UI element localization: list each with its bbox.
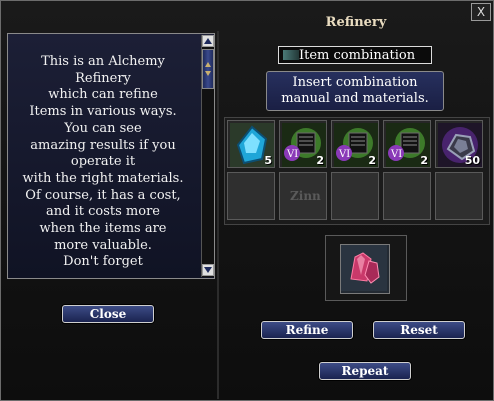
material-slot[interactable]: VI 2	[279, 120, 327, 168]
description-line: when the items are	[39, 221, 167, 237]
description-line: operate it	[70, 154, 136, 170]
description-line: and it costs more	[46, 204, 160, 220]
description-panel: This is an Alchemy Refinery which can re…	[7, 33, 215, 279]
mode-label: Item combination	[299, 48, 416, 63]
description-line: which can refine	[48, 87, 158, 103]
description-line: Refinery	[75, 70, 131, 86]
svg-text:VI: VI	[286, 149, 298, 160]
empty-slot[interactable]	[331, 172, 379, 220]
result-slot[interactable]	[340, 244, 390, 294]
instruction-box: Insert combination manual and materials.	[266, 71, 444, 111]
instruction-line: Insert combination	[292, 75, 418, 90]
mode-indicator-icon	[283, 50, 299, 60]
svg-text:VI: VI	[338, 149, 350, 160]
refine-button[interactable]: Refine	[261, 321, 353, 339]
description-line: with the right materials.	[22, 170, 184, 186]
empty-slot[interactable]: Zinn	[279, 172, 327, 220]
slot-placeholder-text: Zinn	[290, 189, 321, 203]
slot-count: 5	[264, 154, 272, 167]
close-button[interactable]: Close	[62, 305, 154, 323]
slot-count: 2	[368, 154, 376, 167]
empty-slot[interactable]	[435, 172, 483, 220]
description-line: You can see	[64, 120, 142, 136]
description-line: This is an Alchemy	[41, 54, 165, 69]
red-crystal-icon	[341, 245, 387, 291]
empty-slot[interactable]	[227, 172, 275, 220]
scroll-up-icon[interactable]	[202, 35, 214, 47]
description-line: Of course, it has a cost,	[25, 187, 181, 203]
description-scrollbar[interactable]	[201, 35, 214, 277]
material-slot[interactable]: VI 2	[331, 120, 379, 168]
description-line: Items in various ways.	[29, 104, 177, 120]
panel-divider	[217, 31, 219, 399]
slot-count: 2	[420, 154, 428, 167]
result-frame	[325, 235, 407, 301]
slot-count: 50	[464, 154, 480, 167]
material-grid: 5 VI 2 VI 2 VI 2 50 Zinn	[224, 117, 490, 225]
refinery-window: Refinery X This is an Alchemy Refinery w…	[0, 0, 494, 401]
description-text: This is an Alchemy Refinery which can re…	[12, 54, 194, 271]
svg-text:VI: VI	[390, 149, 402, 160]
close-x-button[interactable]: X	[471, 3, 491, 21]
material-slot[interactable]: 5	[227, 120, 275, 168]
description-line: Don't forget	[63, 254, 143, 270]
slot-count: 2	[316, 154, 324, 167]
scroll-down-icon[interactable]	[202, 264, 214, 276]
mode-selector[interactable]: Item combination	[278, 46, 432, 64]
repeat-button[interactable]: Repeat	[319, 362, 411, 380]
material-slot[interactable]: 50	[435, 120, 483, 168]
description-line: more valuable.	[54, 237, 152, 253]
empty-slot[interactable]	[383, 172, 431, 220]
scroll-thumb[interactable]	[202, 49, 214, 89]
description-line: amazing results if you	[30, 137, 176, 153]
window-title: Refinery	[325, 15, 387, 30]
material-slot[interactable]: VI 2	[383, 120, 431, 168]
instruction-line: manual and materials.	[281, 91, 429, 106]
reset-button[interactable]: Reset	[373, 321, 465, 339]
